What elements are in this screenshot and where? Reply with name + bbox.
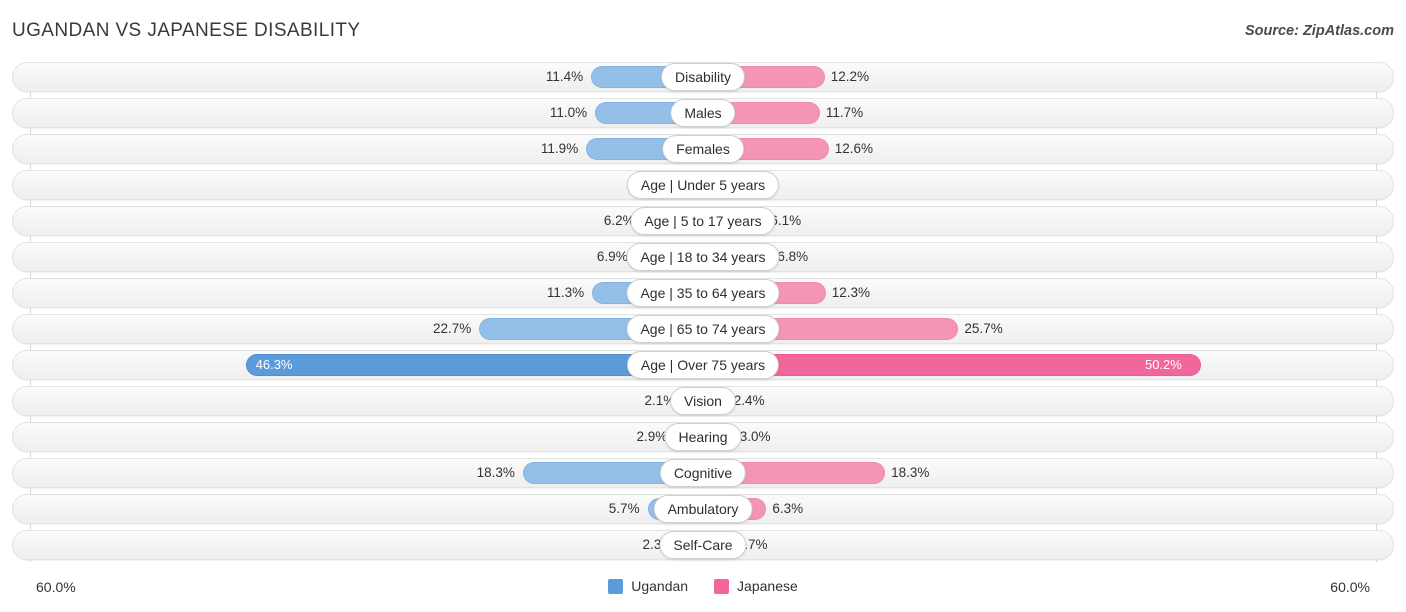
chart-header: UGANDAN VS JAPANESE DISABILITY Source: Z… <box>0 0 1406 62</box>
value-label-ugandan: 22.7% <box>433 321 472 336</box>
legend-item[interactable]: Japanese <box>714 578 798 594</box>
value-label-japanese: 3.0% <box>739 429 771 444</box>
value-label-japanese: 6.3% <box>772 501 804 516</box>
table-row[interactable]: 6.2% 6.1% Age | 5 to 17 years <box>12 206 1394 236</box>
value-label-japanese: 12.6% <box>834 141 874 156</box>
value-label-japanese: 18.3% <box>891 465 930 480</box>
chart-rows: 11.4% 12.2% Disability 11.0% 11.7% Males 11.9%… <box>0 62 1406 566</box>
value-label-japanese: 11.7% <box>825 105 864 120</box>
row-label-pill[interactable]: Self-Care <box>659 531 747 559</box>
row-label-pill[interactable]: Males <box>670 99 736 127</box>
table-row[interactable]: 2.1% 2.4% Vision <box>12 386 1394 416</box>
value-label-japanese: 2.4% <box>733 393 765 408</box>
table-row[interactable]: 2.9% 3.0% Hearing <box>12 422 1394 452</box>
table-row[interactable]: 6.9% 6.8% Age | 18 to 34 years <box>12 242 1394 272</box>
row-label-pill[interactable]: Age | 5 to 17 years <box>630 207 776 235</box>
table-row[interactable]: 1.1%1.2%Age | Under 5 years <box>12 170 1394 200</box>
value-label-ugandan: 11.3% <box>546 285 585 300</box>
table-row[interactable]: 5.7% 6.3% Ambulatory <box>12 494 1394 524</box>
row-label-pill[interactable]: Age | Under 5 years <box>626 171 780 199</box>
page-title: UGANDAN VS JAPANESE DISABILITY <box>12 20 361 41</box>
row-label-pill[interactable]: Females <box>662 135 744 163</box>
table-row[interactable]: 11.9% 12.6% Females <box>12 134 1394 164</box>
chart-legend: Ugandan Japanese <box>0 578 1406 594</box>
value-label-ugandan: 6.9% <box>596 249 628 264</box>
value-label-ugandan: 18.3% <box>476 465 515 480</box>
legend-item[interactable]: Ugandan <box>608 578 688 594</box>
table-row[interactable]: 46.3% 50.2% Age | Over 75 years <box>12 350 1394 380</box>
table-row[interactable]: 22.7% 25.7% Age | 65 to 74 years <box>12 314 1394 344</box>
table-row[interactable]: 11.4% 12.2% Disability <box>12 62 1394 92</box>
value-label-ugandan: 46.3% <box>255 357 293 372</box>
legend-label: Japanese <box>737 578 798 594</box>
table-row[interactable]: 2.3% 2.7% Self-Care <box>12 530 1394 560</box>
row-label-pill[interactable]: Age | 35 to 64 years <box>626 279 780 307</box>
row-label-pill[interactable]: Age | 65 to 74 years <box>626 315 780 343</box>
row-label-pill[interactable]: Cognitive <box>659 459 747 487</box>
value-label-ugandan: 5.7% <box>608 501 640 516</box>
source-attribution: Source: ZipAtlas.com <box>1244 23 1394 39</box>
value-label-japanese: 12.2% <box>830 69 870 84</box>
value-label-ugandan: 11.4% <box>545 69 584 84</box>
row-label-pill[interactable]: Ambulatory <box>653 495 753 523</box>
value-label-japanese: 25.7% <box>964 321 1003 336</box>
chart-footer: 60.0% 60.0% Ugandan Japanese <box>0 570 1406 612</box>
value-label-ugandan: 2.9% <box>636 429 668 444</box>
legend-swatch-icon <box>608 578 624 594</box>
value-label-ugandan: 11.0% <box>549 105 588 120</box>
value-label-japanese: 12.3% <box>831 285 871 300</box>
row-label-pill[interactable]: Age | 18 to 34 years <box>626 243 780 271</box>
table-row[interactable]: 18.3% 18.3% Cognitive <box>12 458 1394 488</box>
chart-plot-area: 11.4% 12.2% Disability 11.0% 11.7% Males 11.9%… <box>0 62 1406 570</box>
value-label-japanese: 6.8% <box>777 249 809 264</box>
row-label-pill[interactable]: Vision <box>670 387 736 415</box>
table-row[interactable]: 11.0% 11.7% Males <box>12 98 1394 128</box>
value-label-ugandan: 11.9% <box>540 141 579 156</box>
legend-label: Ugandan <box>631 578 689 594</box>
row-label-pill[interactable]: Age | Over 75 years <box>626 351 780 379</box>
row-label-pill[interactable]: Disability <box>660 63 746 91</box>
value-label-japanese: 50.2% <box>1144 357 1182 372</box>
legend-swatch-icon <box>714 578 730 594</box>
row-label-pill[interactable]: Hearing <box>664 423 742 451</box>
table-row[interactable]: 11.3% 12.3% Age | 35 to 64 years <box>12 278 1394 308</box>
